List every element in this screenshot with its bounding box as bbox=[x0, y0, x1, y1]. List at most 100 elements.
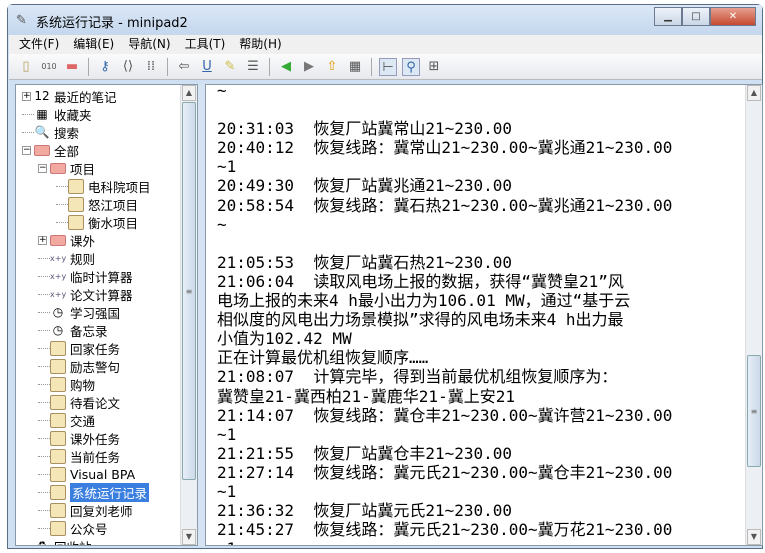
expand-toggle-icon[interactable]: + bbox=[38, 235, 47, 245]
favorites-icon[interactable]: ▦ bbox=[346, 58, 364, 76]
tree-item-label: 回复刘老师 bbox=[70, 503, 133, 519]
tree-item[interactable]: ▦ 收藏夹 bbox=[22, 105, 92, 123]
menu-tools[interactable]: 工具(T) bbox=[185, 35, 226, 54]
tree-item[interactable]: +12 最近的笔记 bbox=[22, 87, 117, 105]
tag-icon[interactable]: ⟨⟩ bbox=[119, 58, 137, 76]
list-icon[interactable]: ☰ bbox=[244, 58, 262, 76]
scroll-thumb[interactable]: ≡ bbox=[182, 102, 196, 480]
back-undo-icon[interactable]: ⇦ bbox=[175, 58, 193, 76]
title-bar: ✎ 系统运行记录 - minipad2 ▁ □ ✕ bbox=[8, 5, 762, 35]
toolbar-separator bbox=[88, 57, 89, 76]
note-icon bbox=[50, 376, 66, 392]
editor-line: 20:31:03 恢复厂站冀常山21~230.00 bbox=[217, 119, 513, 139]
tree-item[interactable]: ◷ 备忘录 bbox=[38, 321, 108, 339]
expand-toggle-icon[interactable]: − bbox=[22, 145, 31, 155]
editor-line: 21:05:53 恢复厂站冀石热21~230.00 bbox=[217, 252, 513, 272]
multi-column-icon[interactable]: ⁞⁞ bbox=[142, 58, 160, 76]
recent-icon: 12 bbox=[34, 88, 50, 103]
editor-line: ~1 bbox=[217, 481, 237, 501]
folder-icon bbox=[34, 144, 50, 156]
editor-scrollbar[interactable]: ▲ ≡ ▼ bbox=[745, 85, 762, 545]
calculator-icon: x+y bbox=[50, 289, 67, 299]
tree-item-label: 规则 bbox=[70, 251, 96, 267]
search-icon[interactable]: ⚲ bbox=[402, 57, 420, 76]
pane-splitter[interactable] bbox=[198, 84, 205, 546]
tree-item[interactable]: ♻ 回收站 bbox=[22, 537, 92, 546]
tree-item[interactable]: − 全部 bbox=[22, 141, 79, 159]
tree-item-label: 回家任务 bbox=[70, 341, 121, 357]
tree-item[interactable]: x+y 论文计算器 bbox=[38, 285, 133, 303]
tree-item[interactable]: 🔍 搜索 bbox=[22, 123, 79, 141]
editor-line: 正在计算最优机组恢复顺序…… bbox=[217, 348, 429, 368]
tree-item[interactable]: + 课外 bbox=[38, 231, 95, 249]
tree-item[interactable]: 系统运行记录 bbox=[38, 482, 150, 502]
recycle-icon: ♻ bbox=[36, 538, 48, 546]
tree-item-label: 励志警句 bbox=[70, 359, 121, 375]
tree-item-label: 待看论文 bbox=[70, 395, 121, 411]
tree-item[interactable]: 公众号 bbox=[38, 519, 108, 537]
tree-item[interactable]: 回复刘老师 bbox=[38, 501, 133, 519]
tree-item-label: 最近的笔记 bbox=[54, 89, 117, 105]
next-icon[interactable]: ▶ bbox=[300, 58, 318, 76]
tree-item[interactable]: 购物 bbox=[38, 375, 95, 393]
new-note-icon[interactable]: ▯ bbox=[17, 58, 35, 76]
menu-file[interactable]: 文件(F) bbox=[19, 35, 59, 54]
scroll-up-button[interactable]: ▲ bbox=[747, 85, 761, 101]
new-folder-icon[interactable]: ▬ bbox=[63, 58, 81, 76]
note-icon bbox=[50, 448, 66, 464]
note-editor[interactable]: ~20:31:03 恢复厂站冀常山21~230.00 20:40:12 恢复线路：… bbox=[205, 84, 763, 546]
menu-edit[interactable]: 编辑(E) bbox=[73, 35, 114, 54]
new-calc-icon[interactable]: 010 bbox=[40, 58, 58, 76]
tree-item[interactable]: 当前任务 bbox=[38, 447, 120, 465]
editor-line: 20:49:30 恢复厂站冀兆通21~230.00 bbox=[217, 176, 513, 196]
notes-tree[interactable]: ♻ 回收站公众号 回复刘老师系统运行记录Visual BPA当前任务 课外任务 交通 待看… bbox=[15, 84, 198, 546]
tree-item[interactable]: 电科院项目 bbox=[56, 177, 151, 195]
up-level-icon[interactable]: ⇧ bbox=[323, 58, 341, 76]
tree-item[interactable]: 怒江项目 bbox=[56, 195, 138, 213]
tree-item[interactable]: 交通 bbox=[38, 411, 95, 429]
tree-item[interactable]: 励志警句 bbox=[38, 357, 120, 375]
calculator-icon: x+y bbox=[50, 271, 67, 281]
tree-item-label: 收藏夹 bbox=[54, 107, 92, 123]
highlight-icon[interactable]: ✎ bbox=[221, 58, 239, 76]
tree-item[interactable]: 待看论文 bbox=[38, 393, 120, 411]
close-button[interactable]: ✕ bbox=[710, 7, 756, 26]
scroll-down-button[interactable]: ▼ bbox=[747, 529, 761, 545]
tree-item[interactable]: x+y 规则 bbox=[38, 249, 95, 267]
editor-text[interactable]: ~20:31:03 恢复厂站冀常山21~230.00 20:40:12 恢复线路：… bbox=[217, 85, 737, 545]
tree-item[interactable]: x+y 临时计算器 bbox=[38, 267, 133, 285]
new-link-icon[interactable]: ⚷ bbox=[96, 58, 114, 76]
menu-navigate[interactable]: 导航(N) bbox=[128, 35, 170, 54]
insert-icon[interactable]: ⊞ bbox=[425, 58, 443, 76]
tree-item[interactable]: 衡水项目 bbox=[56, 213, 138, 231]
tree-item-label: 系统运行记录 bbox=[70, 482, 150, 502]
previous-icon[interactable]: ◀ bbox=[277, 58, 295, 76]
tree-item-label: 交通 bbox=[70, 413, 96, 429]
underline-icon[interactable]: U bbox=[198, 58, 216, 76]
editor-line: ~1 bbox=[217, 424, 237, 444]
maximize-button[interactable]: □ bbox=[682, 7, 710, 26]
menu-help[interactable]: 帮助(H) bbox=[239, 35, 281, 54]
editor-line: 21:21:55 恢复厂站冀仓丰21~230.00 bbox=[217, 443, 513, 463]
tree-item[interactable]: ◷ 学习强国 bbox=[38, 303, 120, 321]
note-icon bbox=[68, 196, 84, 212]
tree-scrollbar[interactable]: ▲ ≡ ▼ bbox=[180, 85, 197, 545]
scroll-thumb[interactable]: ≡ bbox=[747, 355, 761, 467]
scroll-down-button[interactable]: ▼ bbox=[182, 529, 196, 545]
scroll-up-button[interactable]: ▲ bbox=[182, 85, 196, 101]
tree-item-label: 备忘录 bbox=[70, 323, 108, 339]
note-icon bbox=[68, 214, 84, 230]
window-title: 系统运行记录 - minipad2 bbox=[36, 16, 188, 31]
expand-toggle-icon[interactable]: + bbox=[22, 91, 31, 101]
note-icon bbox=[50, 412, 66, 428]
tree-item[interactable]: − 项目 bbox=[38, 159, 95, 177]
tree-item[interactable]: Visual BPA bbox=[38, 465, 135, 483]
editor-line: 21:14:07 恢复线路：冀仓丰21~230.00~冀许营21~230.00 bbox=[217, 405, 673, 425]
tree-item[interactable]: 回家任务 bbox=[38, 339, 120, 357]
expand-toggle-icon[interactable]: − bbox=[38, 163, 47, 173]
tree-view-icon[interactable]: ⊢ bbox=[379, 57, 397, 76]
search-icon: 🔍 bbox=[34, 124, 50, 139]
minimize-button[interactable]: ▁ bbox=[654, 7, 682, 26]
tree-item[interactable]: 课外任务 bbox=[38, 429, 120, 447]
